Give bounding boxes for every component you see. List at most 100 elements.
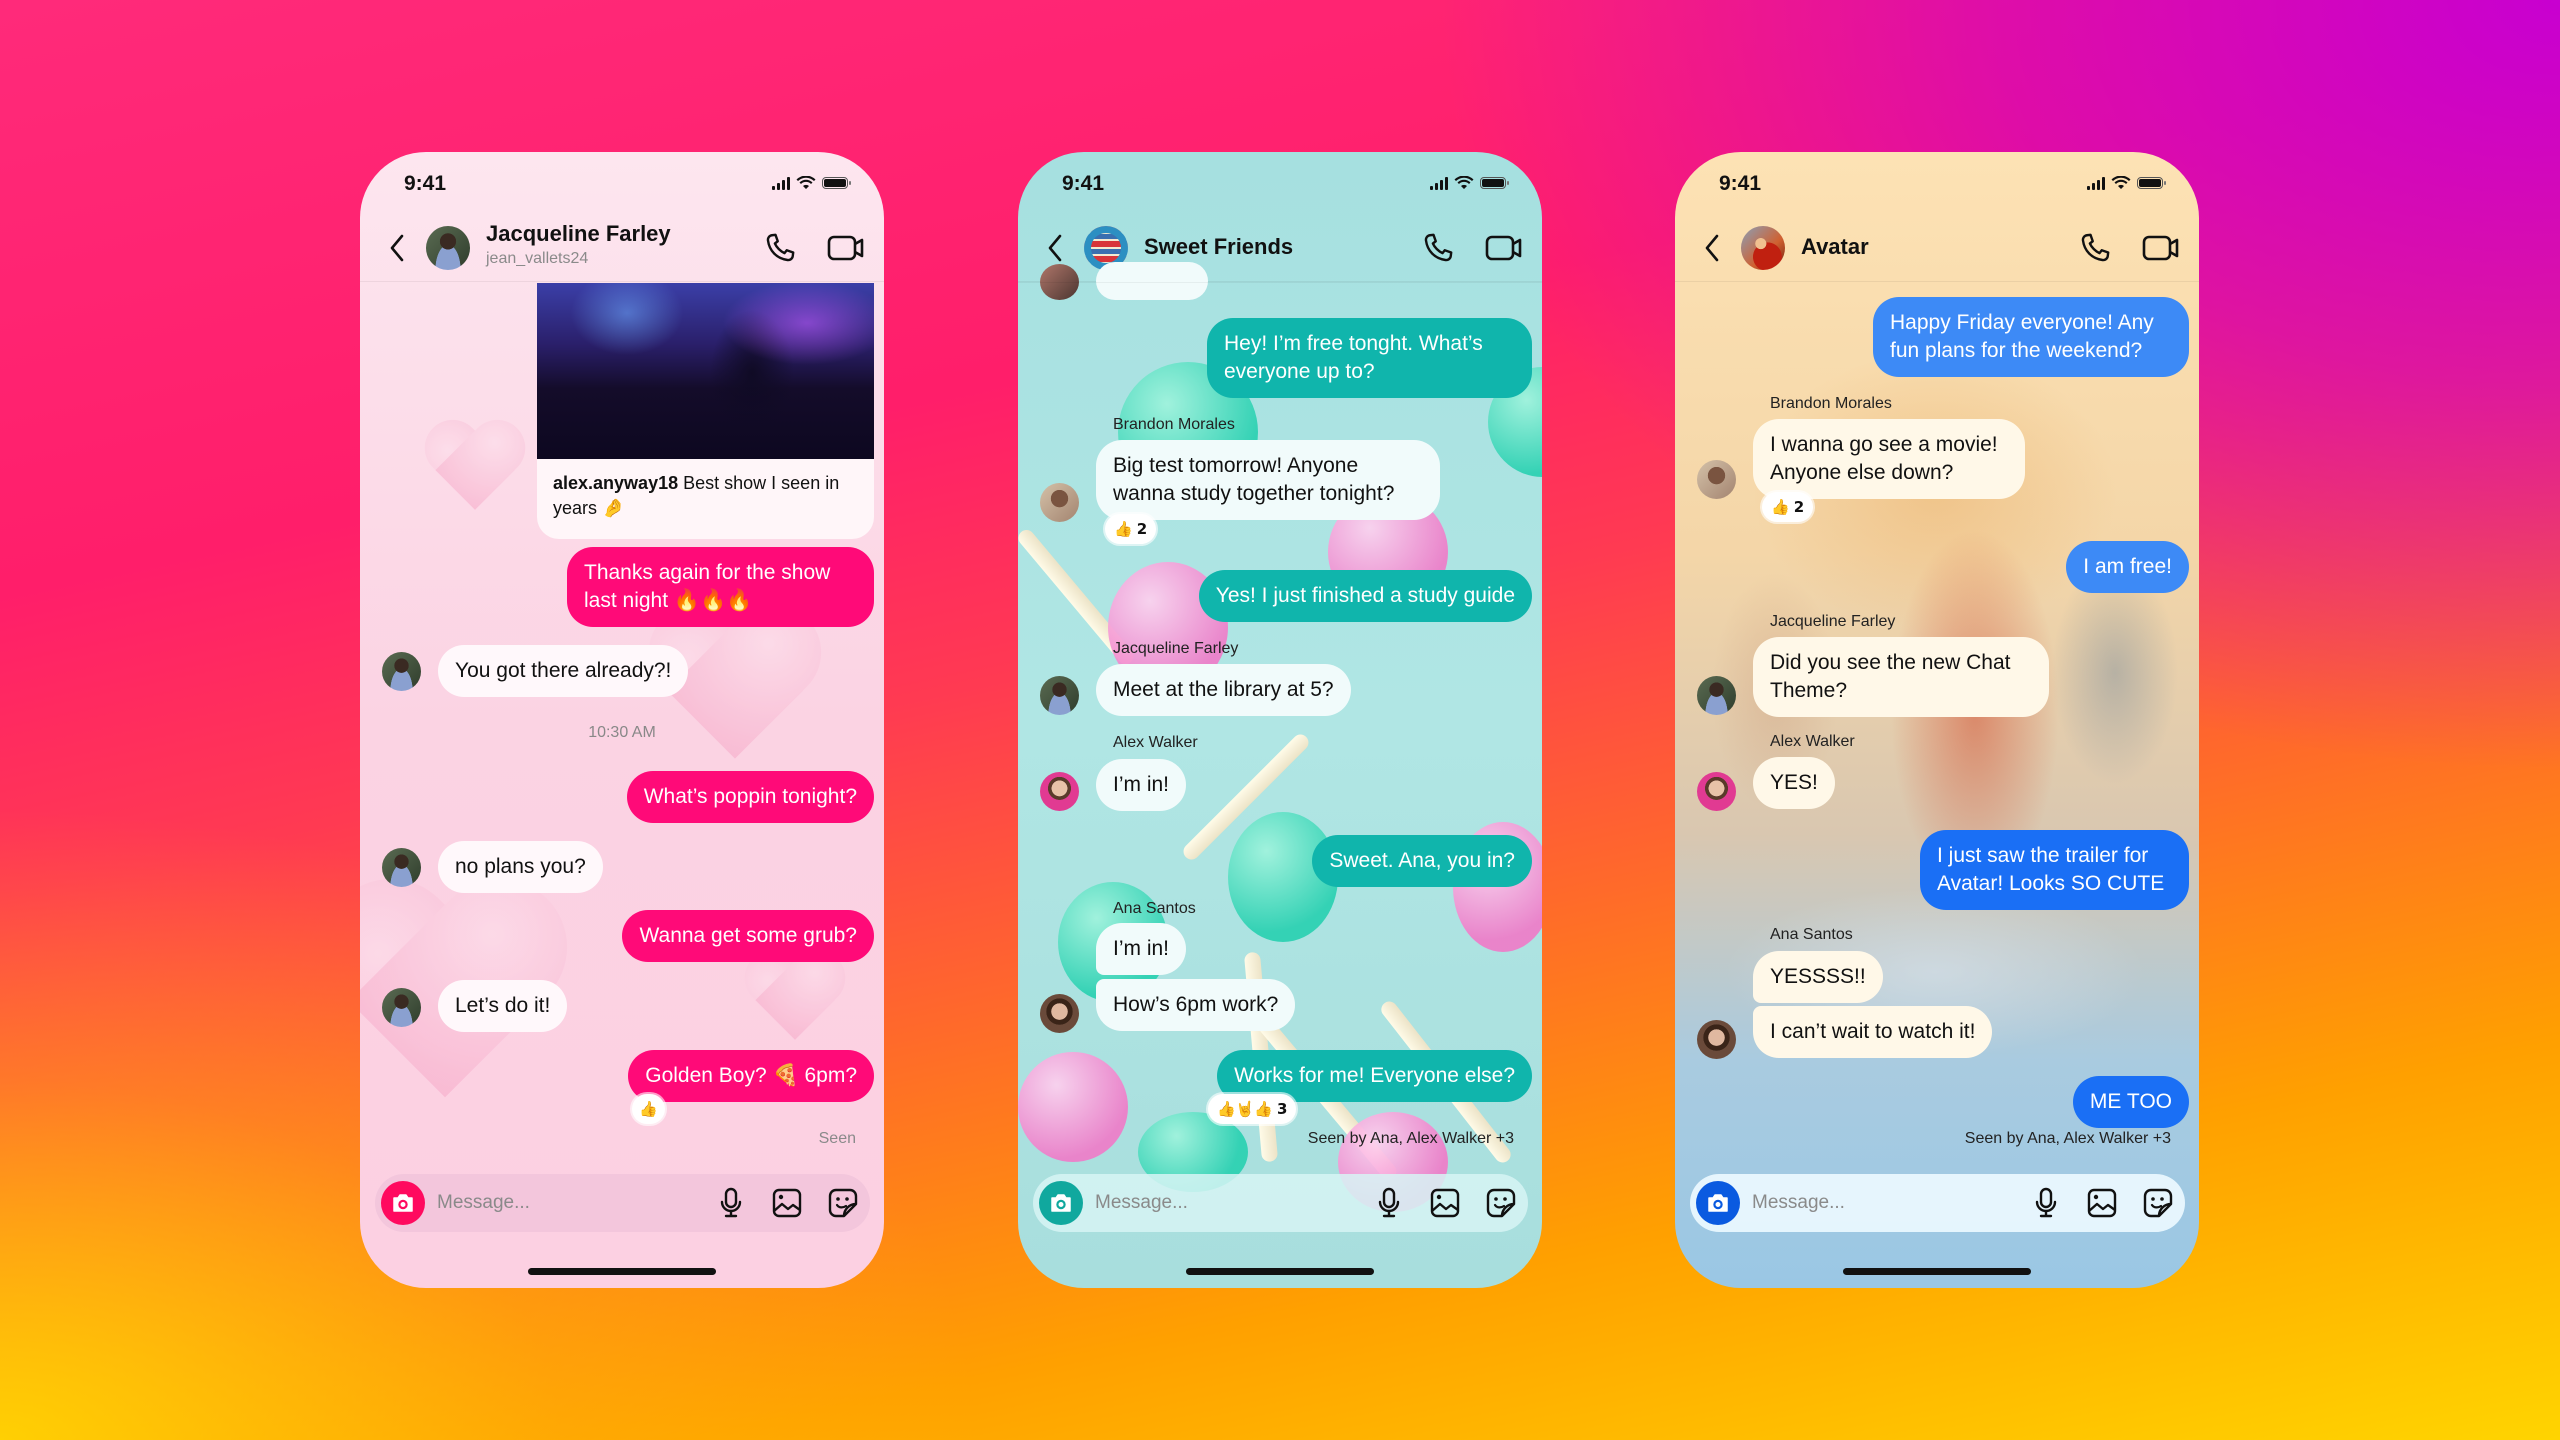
gallery-button[interactable]: [1428, 1185, 1462, 1221]
battery-icon: [2137, 177, 2166, 189]
gallery-button[interactable]: [770, 1185, 804, 1221]
sender-avatar[interactable]: [382, 848, 421, 887]
camera-button[interactable]: [1039, 1181, 1083, 1225]
message-input[interactable]: [1095, 1192, 1350, 1214]
message-outgoing[interactable]: What’s poppin tonight?: [626, 771, 874, 823]
voice-message-button[interactable]: [1372, 1185, 1406, 1221]
message-incoming[interactable]: YES!: [1753, 757, 1835, 809]
camera-icon: [1708, 1194, 1728, 1212]
seen-indicator: Seen: [818, 1130, 856, 1147]
message-incoming[interactable]: Meet at the library at 5?: [1096, 664, 1351, 716]
back-button[interactable]: [1040, 230, 1070, 266]
phone-icon: [1424, 233, 1453, 262]
message-reaction[interactable]: 👍🤘👍 3: [1208, 1094, 1297, 1124]
message-composer: [375, 1174, 870, 1232]
message-incoming[interactable]: YESSSS!!: [1753, 951, 1883, 1003]
heart-decoration: [423, 422, 528, 517]
message-outgoing[interactable]: ME TOO: [2072, 1076, 2189, 1128]
message-reaction[interactable]: 👍 2: [1105, 514, 1157, 544]
message-outgoing[interactable]: Wanna get some grub?: [622, 910, 874, 962]
video-call-button[interactable]: [826, 230, 866, 266]
message-outgoing[interactable]: I am free!: [2066, 541, 2189, 593]
camera-button[interactable]: [1696, 1181, 1740, 1225]
cellular-signal-icon: [1430, 176, 1448, 190]
post-username[interactable]: alex.anyway18: [553, 473, 678, 493]
message-outgoing[interactable]: Happy Friday everyone! Any fun plans for…: [1873, 297, 2189, 377]
message-incoming[interactable]: no plans you?: [438, 841, 603, 893]
status-time: 9:41: [404, 172, 447, 195]
home-indicator[interactable]: [1186, 1268, 1374, 1275]
concert-photo[interactable]: [537, 283, 874, 459]
camera-button[interactable]: [381, 1181, 425, 1225]
home-indicator[interactable]: [528, 1268, 716, 1275]
lollipop-decoration: [1018, 1052, 1128, 1162]
message-outgoing[interactable]: I just saw the trailer for Avatar! Looks…: [1920, 830, 2189, 910]
chat-title[interactable]: Jacqueline Farley: [486, 221, 671, 247]
thumbs-up-reaction: 👍: [639, 1100, 658, 1118]
voice-message-button[interactable]: [2029, 1185, 2063, 1221]
wifi-icon: [796, 176, 816, 189]
chat-title[interactable]: Avatar: [1801, 234, 1869, 260]
gallery-button[interactable]: [2085, 1185, 2119, 1221]
sender-name: Brandon Morales: [1770, 395, 1892, 412]
message-incoming[interactable]: I’m in!: [1096, 923, 1187, 975]
back-button[interactable]: [382, 230, 412, 266]
message-incoming[interactable]: Did you see the new Chat Theme?: [1753, 637, 2049, 717]
home-indicator[interactable]: [1843, 1268, 2031, 1275]
message-outgoing[interactable]: Sweet. Ana, you in?: [1312, 835, 1532, 887]
video-call-button[interactable]: [1484, 230, 1524, 266]
message-incoming[interactable]: I wanna go see a movie! Anyone else down…: [1753, 419, 2025, 499]
chevron-left-icon: [390, 234, 404, 262]
message-reaction[interactable]: 👍: [632, 1094, 665, 1124]
message-incoming[interactable]: I’m in!: [1096, 759, 1187, 811]
audio-call-button[interactable]: [1420, 230, 1456, 266]
message-reaction[interactable]: 👍 2: [1762, 492, 1814, 522]
sticker-button[interactable]: [2141, 1185, 2175, 1221]
sender-avatar[interactable]: [1697, 676, 1736, 715]
voice-message-button[interactable]: [714, 1185, 748, 1221]
sticker-icon: [828, 1188, 858, 1218]
message-incoming-clipped[interactable]: [1096, 262, 1208, 300]
sender-avatar[interactable]: [1040, 483, 1079, 522]
message-input[interactable]: [437, 1192, 692, 1214]
message-incoming[interactable]: Big test tomorrow! Anyone wanna study to…: [1096, 440, 1440, 520]
message-outgoing[interactable]: Golden Boy? 🍕 6pm?: [628, 1050, 874, 1102]
sender-avatar[interactable]: [1040, 994, 1079, 1033]
audio-call-button[interactable]: [762, 230, 798, 266]
message-composer: [1690, 1174, 2185, 1232]
sender-avatar[interactable]: [382, 988, 421, 1027]
thumbs-up-reaction: 👍: [1771, 498, 1790, 516]
phone-icon: [766, 233, 795, 262]
message-incoming[interactable]: You got there already?!: [438, 645, 689, 697]
message-outgoing[interactable]: Thanks again for the show last night 🔥🔥🔥: [567, 547, 874, 627]
audio-call-button[interactable]: [2077, 230, 2113, 266]
message-incoming[interactable]: How’s 6pm work?: [1096, 979, 1296, 1031]
sticker-button[interactable]: [1484, 1185, 1518, 1221]
sender-avatar[interactable]: [1040, 676, 1079, 715]
message-incoming[interactable]: I can’t wait to watch it!: [1753, 1006, 1993, 1058]
seen-indicator: Seen by Ana, Alex Walker +3: [1307, 1130, 1514, 1147]
sender-avatar[interactable]: [382, 652, 421, 691]
sender-name: Ana Santos: [1770, 926, 1853, 943]
sender-avatar[interactable]: [1697, 1020, 1736, 1059]
message-outgoing[interactable]: Yes! I just finished a study guide: [1198, 570, 1532, 622]
header-divider: [1018, 282, 1542, 283]
message-outgoing[interactable]: Hey! I’m free tonght. What’s everyone up…: [1207, 318, 1532, 398]
sticker-button[interactable]: [826, 1185, 860, 1221]
cellular-signal-icon: [772, 176, 790, 190]
shared-post-card[interactable]: alex.anyway18 Best show I seen in years …: [537, 283, 874, 539]
group-avatar[interactable]: [1741, 226, 1785, 270]
chat-title[interactable]: Sweet Friends: [1144, 234, 1293, 260]
message-input[interactable]: [1752, 1192, 2007, 1214]
heart-decoration: [743, 952, 848, 1047]
sticker-icon: [1486, 1188, 1516, 1218]
video-call-button[interactable]: [2141, 230, 2181, 266]
wifi-icon: [2111, 176, 2131, 189]
sender-avatar[interactable]: [1040, 772, 1079, 811]
back-button[interactable]: [1697, 230, 1727, 266]
sender-avatar[interactable]: [1697, 460, 1736, 499]
contact-avatar[interactable]: [426, 226, 470, 270]
video-camera-icon: [1485, 235, 1522, 261]
message-incoming[interactable]: Let’s do it!: [438, 980, 568, 1032]
sender-avatar[interactable]: [1697, 772, 1736, 811]
